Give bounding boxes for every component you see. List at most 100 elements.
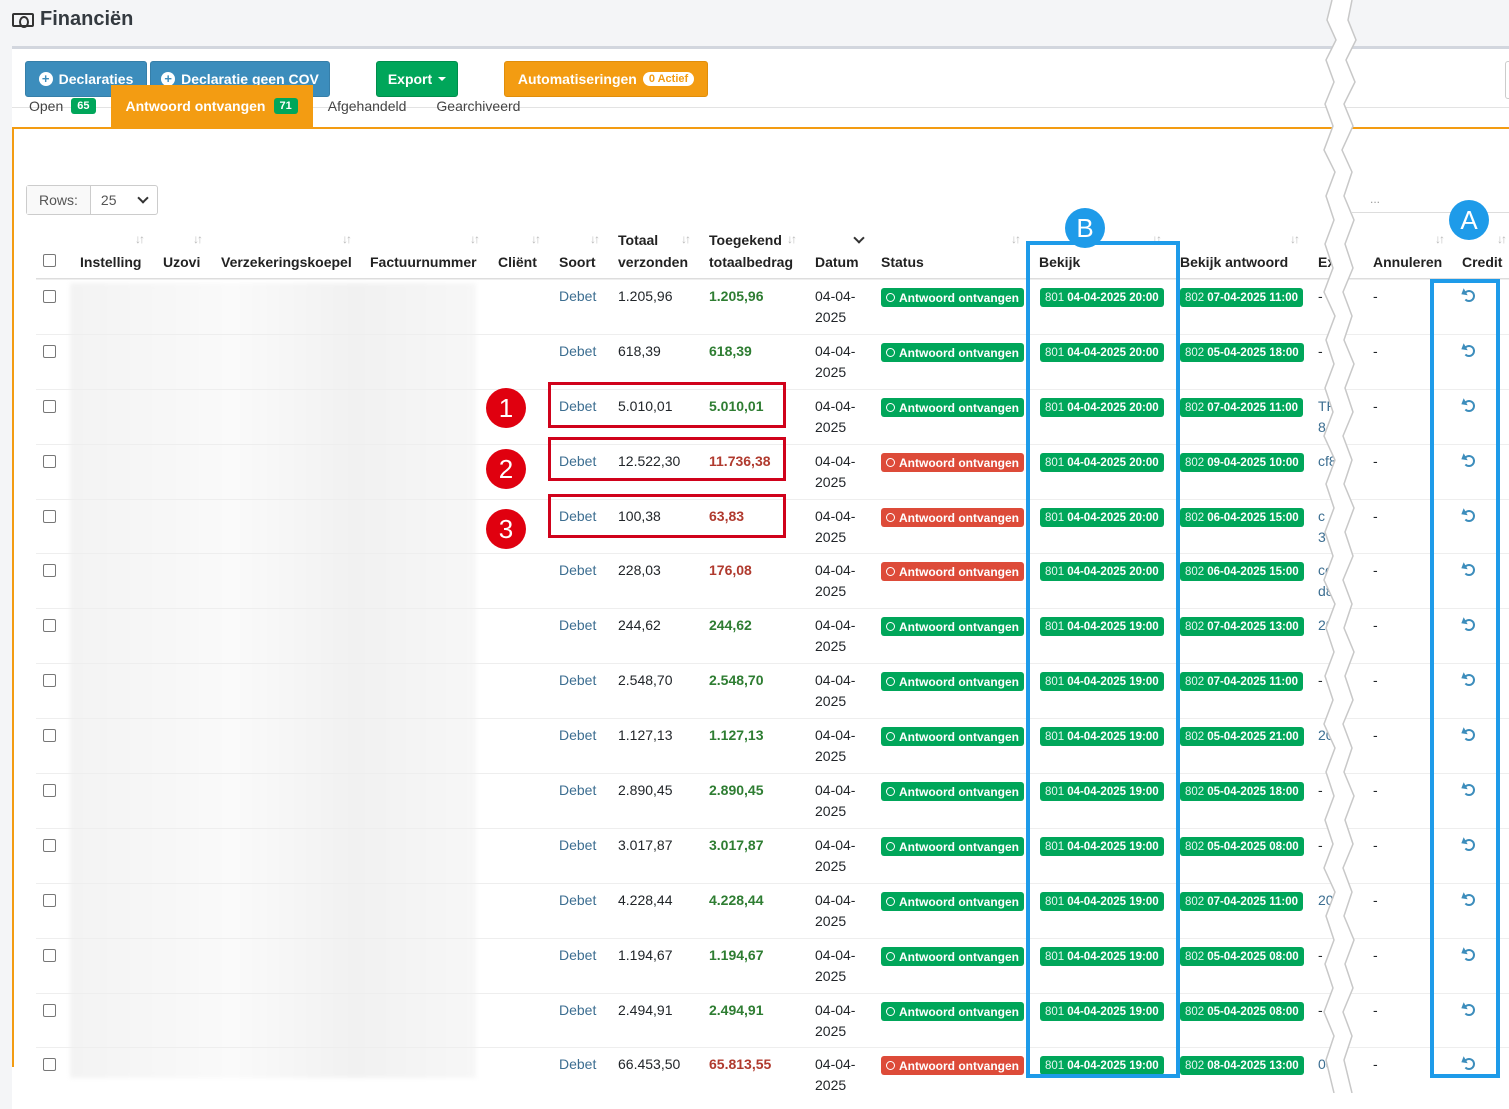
col-factuurnummer[interactable]: Factuurnummer (370, 251, 477, 273)
bekijk-antwoord-button[interactable]: 802 06-04-2025 15:00 (1180, 562, 1304, 581)
sort-icon[interactable]: ↓↑ (531, 232, 541, 246)
col-totaal-line2[interactable]: verzonden (618, 251, 688, 273)
annuleren-value[interactable]: - (1373, 506, 1378, 527)
col-verzekeringskoepel[interactable]: Verzekeringskoepel (221, 251, 352, 273)
datum-line1: 04-04- (815, 1056, 856, 1072)
row-checkbox[interactable] (43, 619, 56, 632)
annuleren-value[interactable]: - (1373, 451, 1378, 472)
row-checkbox[interactable] (43, 894, 56, 907)
sort-icon[interactable]: ↓↑ (135, 232, 145, 246)
row-checkbox[interactable] (43, 290, 56, 303)
row-checkbox[interactable] (43, 949, 56, 962)
row-checkbox[interactable] (43, 1004, 56, 1017)
status-badge: Antwoord ontvangen (881, 1056, 1024, 1075)
col-soort[interactable]: Soort (559, 251, 596, 273)
annuleren-value[interactable]: - (1373, 945, 1378, 966)
row-checkbox[interactable] (43, 345, 56, 358)
row-divider (36, 334, 1509, 335)
bekijk-antwoord-button[interactable]: 802 05-04-2025 21:00 (1180, 727, 1304, 746)
soort-link[interactable]: Debet (559, 835, 596, 856)
sort-icon[interactable]: ↓↑ (1497, 232, 1507, 246)
tab-gearchiveerd[interactable]: Gearchiveerd (421, 85, 535, 127)
select-all-checkbox[interactable] (43, 254, 56, 267)
bekijk-antwoord-button[interactable]: 802 05-04-2025 18:00 (1180, 343, 1304, 362)
annuleren-value[interactable]: - (1373, 560, 1378, 581)
tab-afgehandeld[interactable]: Afgehandeld (313, 85, 422, 127)
status-badge: Antwoord ontvangen (881, 727, 1024, 746)
col-totaal-line1[interactable]: Totaal (618, 229, 658, 251)
row-checkbox[interactable] (43, 510, 56, 523)
bekijk-antwoord-button[interactable]: 802 08-04-2025 13:00 (1180, 1056, 1304, 1075)
datum-line2: 2025 (815, 968, 847, 984)
antwoord-datetime: 05-04-2025 08:00 (1207, 840, 1299, 853)
row-checkbox[interactable] (43, 455, 56, 468)
col-credit[interactable]: Credit (1462, 251, 1502, 273)
bekijk-antwoord-button[interactable]: 802 07-04-2025 11:00 (1180, 892, 1303, 911)
soort-link[interactable]: Debet (559, 945, 596, 966)
sort-icon[interactable]: ↓↑ (342, 232, 352, 246)
annuleren-value[interactable]: - (1373, 725, 1378, 746)
row-checkbox[interactable] (43, 839, 56, 852)
annuleren-value[interactable]: - (1373, 396, 1378, 417)
row-checkbox[interactable] (43, 784, 56, 797)
bekijk-antwoord-button[interactable]: 802 07-04-2025 11:00 (1180, 672, 1303, 691)
sort-icon[interactable]: ↓↑ (1435, 232, 1445, 246)
row-checkbox[interactable] (43, 729, 56, 742)
sort-icon[interactable]: ↓↑ (470, 232, 480, 246)
bekijk-antwoord-button[interactable]: 802 05-04-2025 08:00 (1180, 837, 1304, 856)
datum-line1: 04-04- (815, 398, 856, 414)
sort-icon[interactable]: ↓↑ (681, 232, 691, 246)
soort-link[interactable]: Debet (559, 1000, 596, 1021)
bekijk-antwoord-button[interactable]: 802 07-04-2025 11:00 (1180, 288, 1303, 307)
bekijk-antwoord-button[interactable]: 802 05-04-2025 18:00 (1180, 782, 1304, 801)
col-annuleren[interactable]: Annuleren (1373, 251, 1442, 273)
soort-link[interactable]: Debet (559, 890, 596, 911)
soort-link[interactable]: Debet (559, 725, 596, 746)
annuleren-value[interactable]: - (1373, 1000, 1378, 1021)
soort-link[interactable]: Debet (559, 615, 596, 636)
col-uzovi[interactable]: Uzovi (163, 251, 200, 273)
tab-antwoord-ontvangen[interactable]: Antwoord ontvangen 71 (110, 85, 313, 127)
col-instelling[interactable]: Instelling (80, 251, 141, 273)
datum-line1: 04-04- (815, 672, 856, 688)
bekijk-antwoord-button[interactable]: 802 06-04-2025 15:00 (1180, 508, 1304, 527)
sort-icon[interactable]: ↓↑ (590, 232, 600, 246)
sort-icon[interactable]: ↓↑ (193, 232, 203, 246)
bekijk-antwoord-button[interactable]: 802 09-04-2025 10:00 (1180, 453, 1304, 472)
sort-icon[interactable]: ↓↑ (1011, 232, 1021, 246)
sort-icon[interactable]: ↓↑ (787, 232, 797, 246)
col-status[interactable]: Status (881, 251, 924, 273)
row-checkbox[interactable] (43, 564, 56, 577)
annuleren-value[interactable]: - (1373, 670, 1378, 691)
col-client[interactable]: Cliënt (498, 251, 537, 273)
sort-icon[interactable]: ↓↑ (1290, 232, 1300, 246)
row-checkbox[interactable] (43, 400, 56, 413)
rows-select[interactable]: 25 (91, 186, 157, 214)
soort-link[interactable]: Debet (559, 1054, 596, 1075)
row-checkbox[interactable] (43, 1058, 56, 1071)
bekijk-antwoord-button[interactable]: 802 05-04-2025 08:00 (1180, 947, 1304, 966)
annuleren-value[interactable]: - (1373, 341, 1378, 362)
col-datum[interactable]: Datum (815, 251, 859, 273)
soort-link[interactable]: Debet (559, 670, 596, 691)
soort-link[interactable]: Debet (559, 560, 596, 581)
col-toegekend-line2[interactable]: totaalbedrag (709, 251, 793, 273)
annuleren-value[interactable]: - (1373, 615, 1378, 636)
annuleren-value[interactable]: - (1373, 1054, 1378, 1075)
col-toegekend-line1[interactable]: Toegekend (709, 229, 782, 251)
bekijk-antwoord-button[interactable]: 802 07-04-2025 13:00 (1180, 617, 1304, 636)
col-bekijk-antwoord[interactable]: Bekijk antwoord (1180, 251, 1288, 273)
soort-link[interactable]: Debet (559, 780, 596, 801)
annuleren-value[interactable]: - (1373, 286, 1378, 307)
annuleren-value[interactable]: - (1373, 780, 1378, 801)
soort-link[interactable]: Debet (559, 341, 596, 362)
row-checkbox[interactable] (43, 674, 56, 687)
toolbar-right-control[interactable] (1505, 61, 1509, 99)
tab-open[interactable]: Open 65 (14, 85, 111, 127)
soort-link[interactable]: Debet (559, 286, 596, 307)
bekijk-antwoord-button[interactable]: 802 07-04-2025 11:00 (1180, 398, 1303, 417)
search-input[interactable]: ... (1370, 192, 1380, 206)
bekijk-antwoord-button[interactable]: 802 05-04-2025 08:00 (1180, 1002, 1304, 1021)
annuleren-value[interactable]: - (1373, 835, 1378, 856)
annuleren-value[interactable]: - (1373, 890, 1378, 911)
